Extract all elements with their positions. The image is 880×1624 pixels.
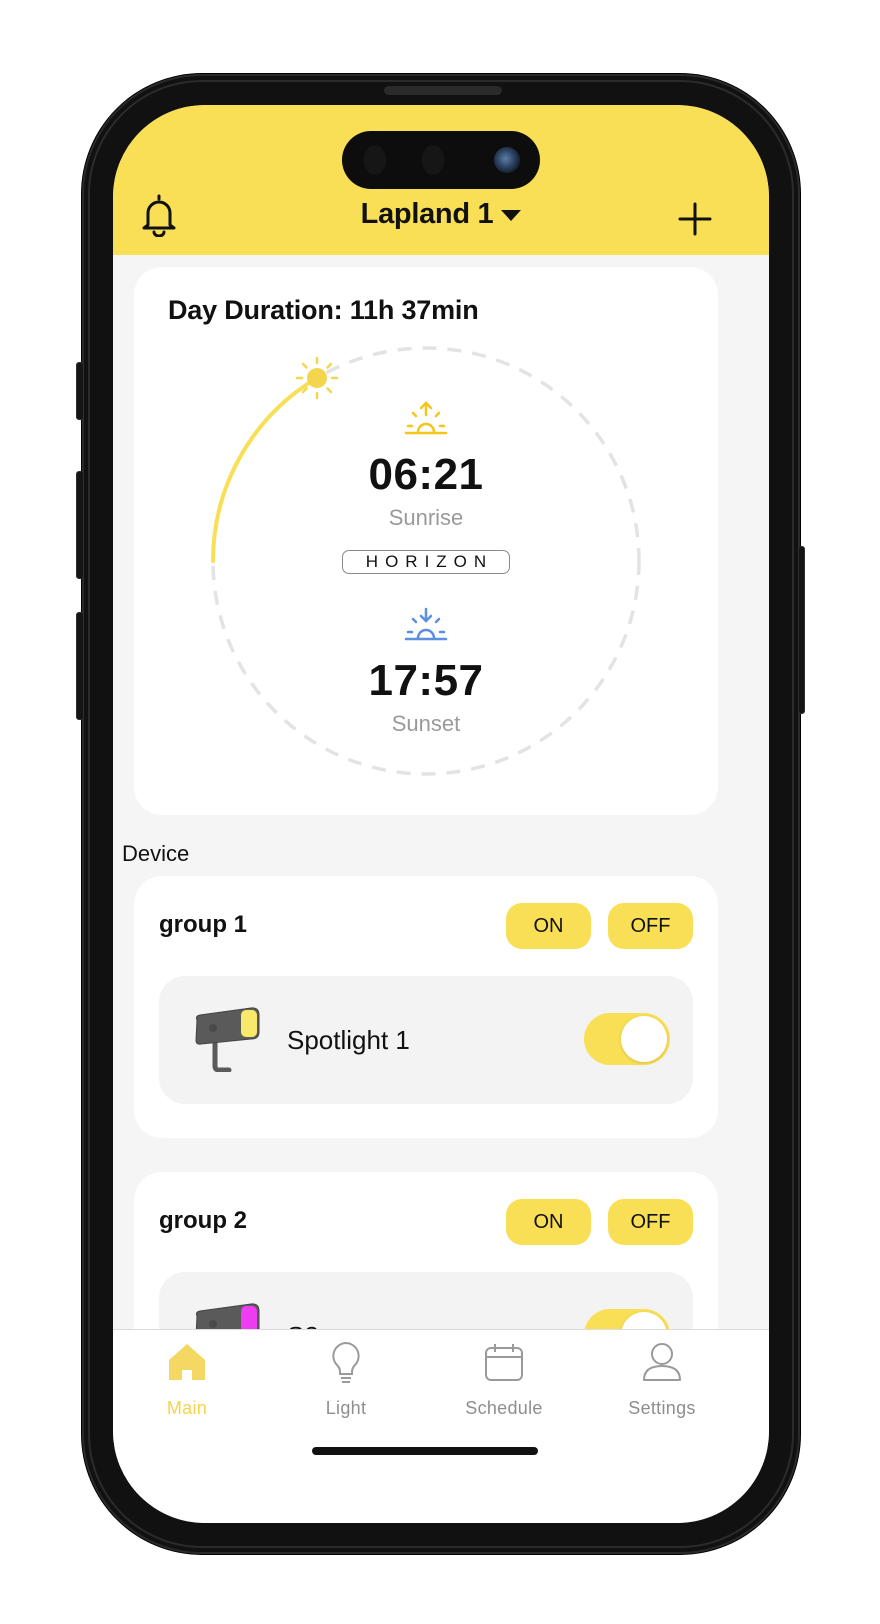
person-icon [643, 1343, 681, 1381]
device-toggle[interactable] [584, 1013, 670, 1065]
group-name: group 1 [159, 911, 247, 938]
camera-icon [494, 147, 520, 173]
day-duration-card: Day Duration: 11h 37min 06:21 Sunrise HO… [134, 267, 718, 815]
tab-main[interactable]: Main [127, 1340, 247, 1419]
tab-settings[interactable]: Settings [602, 1340, 722, 1419]
group-name: group 2 [159, 1207, 247, 1234]
sunset-time: 17:57 [368, 656, 484, 705]
tab-schedule[interactable]: Schedule [444, 1340, 564, 1419]
sensor-icon [422, 145, 444, 175]
sun-icon [295, 356, 339, 400]
sunset-icon [404, 607, 448, 641]
group-card: group 1 ON OFF Spotlight 1 [134, 876, 718, 1138]
sunrise-icon [404, 401, 448, 435]
volume-up-button [76, 471, 84, 579]
toggle-knob [621, 1016, 667, 1062]
app-screen: Lapland 1 Day Duration: 11h 37min 06:21 … [113, 105, 769, 1523]
group-on-button[interactable]: ON [506, 903, 591, 949]
sensor-icon [364, 145, 386, 175]
lightbulb-icon [332, 1341, 360, 1383]
group-off-button[interactable]: OFF [608, 1199, 693, 1245]
dynamic-island [342, 131, 540, 189]
location-title: Lapland 1 [360, 198, 494, 230]
app-header: Lapland 1 [113, 105, 769, 255]
spotlight-icon [195, 1007, 260, 1072]
volume-down-button [76, 612, 84, 720]
sunrise-block: 06:21 Sunrise [134, 453, 718, 531]
tab-label: Settings [628, 1398, 696, 1418]
device-row[interactable]: Spotlight 1 [159, 976, 693, 1104]
sunset-block: 17:57 Sunset [134, 659, 718, 737]
device-name: Spotlight 1 [287, 1025, 410, 1055]
earpiece-speaker [384, 86, 502, 95]
device-section-label: Device [122, 841, 190, 866]
tab-label: Main [166, 1398, 208, 1418]
silent-switch [76, 362, 84, 420]
tab-label: Schedule [465, 1398, 543, 1418]
home-icon [169, 1344, 205, 1380]
horizon-label: HORIZON [342, 550, 510, 574]
sunrise-time: 06:21 [368, 450, 484, 499]
tab-light[interactable]: Light [286, 1340, 406, 1419]
sunrise-label: Sunrise [388, 505, 464, 530]
home-indicator[interactable] [312, 1447, 538, 1455]
caret-down-icon [501, 210, 522, 221]
group-on-button[interactable]: ON [506, 1199, 591, 1245]
location-selector[interactable]: Lapland 1 [113, 198, 769, 231]
plus-icon[interactable] [677, 201, 713, 237]
group-off-button[interactable]: OFF [608, 903, 693, 949]
tab-label: Light [325, 1398, 367, 1418]
bottom-tab-bar: Main Light Schedule Settings [113, 1329, 769, 1523]
calendar-icon [485, 1344, 523, 1381]
sunset-label: Sunset [391, 711, 461, 736]
power-button [798, 546, 805, 714]
